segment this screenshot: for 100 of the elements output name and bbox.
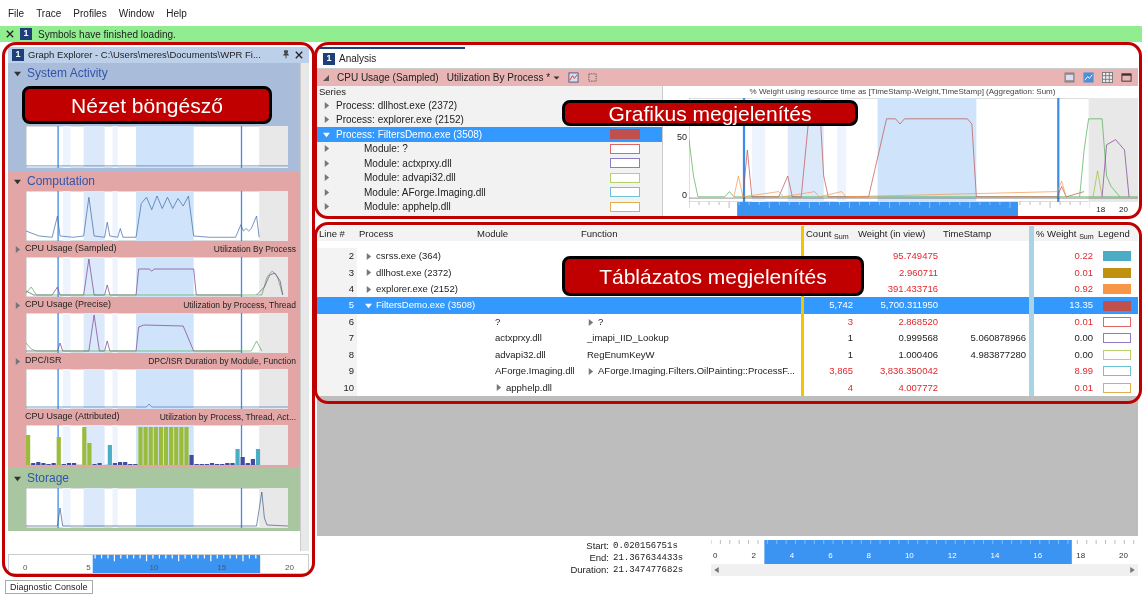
axis-label: 18 bbox=[1096, 204, 1106, 216]
column-header[interactable]: Count $_{Sum}$ bbox=[804, 226, 856, 241]
line-number: 5 bbox=[347, 298, 355, 313]
tick-label: 16 bbox=[1033, 550, 1043, 562]
preset-dropdown[interactable]: Utilization By Process * bbox=[446, 70, 561, 85]
series-label[interactable]: Process: explorer.exe (2152) bbox=[336, 112, 464, 128]
group-heading[interactable]: Storage bbox=[27, 469, 70, 487]
graph-subtitle: Utilization by Process, Thread, Act... bbox=[159, 410, 296, 424]
column-header[interactable]: Process bbox=[357, 226, 475, 241]
callout-label: Grafikus megjelenítés bbox=[562, 100, 858, 126]
table-cell-text: RegEnumKeyW bbox=[587, 347, 655, 362]
axis-label: 50 bbox=[677, 132, 687, 142]
tick-label: 4 bbox=[789, 550, 795, 562]
timeline-ruler[interactable]: 0 5 10 15 20 bbox=[8, 554, 309, 574]
time-marker-line bbox=[240, 313, 243, 353]
callout-label: Táblázatos megjelenítés bbox=[562, 256, 864, 296]
chart-title: % Weight using resource time as [TimeStamp-Weight,TimeStamp] (Aggregation: Sum) bbox=[749, 86, 1056, 98]
table-cell: dllhost.exe (2372) bbox=[376, 265, 452, 280]
tick-label: 15 bbox=[217, 563, 227, 573]
series-label[interactable]: Module: advapi32.dll bbox=[364, 170, 456, 186]
tick-label: 10 bbox=[149, 563, 159, 573]
series-label[interactable]: Module: AForge.Imaging.dll bbox=[364, 184, 486, 200]
line-number: 9 bbox=[317, 363, 357, 380]
table-icon bbox=[1102, 72, 1113, 83]
table-cell: 13.35 bbox=[1069, 298, 1093, 313]
table-cell: 5.060878966 bbox=[970, 331, 1026, 346]
close-icon[interactable] bbox=[6, 30, 14, 38]
series-label[interactable]: Module: actxprxy.dll bbox=[364, 155, 452, 171]
table-cell-text: 4.983877280 bbox=[970, 347, 1026, 362]
time-marker-line bbox=[57, 369, 59, 409]
table-cell-text: 2.868520 bbox=[898, 314, 938, 329]
scrollbar[interactable] bbox=[300, 63, 309, 551]
series-label[interactable]: Process: dllhost.exe (2372) bbox=[336, 97, 458, 113]
menu-item[interactable]: Help bbox=[166, 5, 187, 21]
graph-title[interactable]: CPU Usage (Precise) bbox=[25, 298, 112, 312]
tick-label: 8 bbox=[866, 550, 871, 562]
table-cell-text: 0.92 bbox=[1074, 282, 1093, 296]
group-heading[interactable]: Computation bbox=[27, 172, 96, 190]
number-badge: 1 bbox=[20, 28, 32, 40]
line-number: 2 bbox=[317, 248, 357, 265]
highlight-band bbox=[136, 191, 194, 241]
tick-label: 5 bbox=[86, 563, 91, 573]
shaded-region bbox=[259, 425, 288, 465]
highlight-band bbox=[62, 257, 71, 297]
shaded-region bbox=[259, 126, 288, 168]
field-value: 21.347477682s bbox=[613, 564, 685, 576]
field-label: End: bbox=[589, 552, 609, 564]
table-cell: 0.01 bbox=[1074, 265, 1093, 280]
field-label: Start: bbox=[586, 540, 609, 552]
column-header[interactable]: Module bbox=[475, 226, 579, 241]
table-cell: csrss.exe (364) bbox=[376, 249, 441, 264]
table-cell: 5,700.311950 bbox=[880, 298, 938, 313]
column-header[interactable]: Legend bbox=[1096, 226, 1138, 241]
graph-view-icon bbox=[1064, 72, 1075, 83]
graph-name: CPU Usage (Sampled) bbox=[337, 71, 439, 85]
panel-title: Graph Explorer - C:\Users\meres\Documents\WPR Fi... bbox=[28, 47, 262, 62]
series-label[interactable]: Module: apphelp.dll bbox=[364, 199, 451, 215]
collapse-triangle-icon bbox=[323, 74, 329, 81]
time-marker-line bbox=[240, 126, 243, 168]
column-header[interactable]: Weight (in view) bbox=[856, 226, 941, 241]
column-header[interactable]: % Weight $_{Sum}$ bbox=[1034, 226, 1096, 241]
column-header: Series bbox=[318, 86, 347, 98]
menu-item[interactable]: Trace bbox=[36, 5, 62, 21]
table-cell: 4 bbox=[847, 380, 853, 395]
highlight-band bbox=[62, 488, 71, 528]
diagnostic-console-tab[interactable]: Diagnostic Console bbox=[5, 580, 93, 594]
horizontal-scrollbar[interactable] bbox=[711, 564, 1138, 576]
table-cell: _imapi_IID_Lookup bbox=[587, 331, 669, 346]
highlight-band bbox=[136, 488, 194, 528]
line-chart-icon bbox=[1083, 72, 1094, 83]
table-cell-text: ? bbox=[598, 314, 604, 329]
tick-label: 14 bbox=[990, 550, 1000, 562]
highlight-band bbox=[112, 313, 118, 353]
tick-label: 2 bbox=[751, 550, 756, 562]
group-heading[interactable]: System Activity bbox=[27, 64, 108, 82]
menu-item[interactable]: Profiles bbox=[73, 5, 107, 21]
axis-label: 20 bbox=[1119, 204, 1128, 216]
graph-icon bbox=[568, 72, 580, 83]
table-cell-text: 0.00 bbox=[1074, 347, 1093, 362]
highlight-band bbox=[136, 126, 194, 168]
callout-label: Nézet böngésző bbox=[22, 86, 272, 124]
shaded-region bbox=[259, 257, 288, 297]
column-header[interactable]: Line # bbox=[317, 226, 357, 241]
menu-item[interactable]: Window bbox=[118, 5, 155, 21]
table-cell: 2.960711 bbox=[899, 265, 938, 280]
graph-title[interactable]: DPC/ISR bbox=[25, 354, 62, 368]
column-header[interactable]: TimeStamp bbox=[941, 226, 1029, 241]
time-marker-line bbox=[57, 313, 59, 353]
menu-item[interactable]: File bbox=[8, 5, 25, 21]
close-icon[interactable] bbox=[295, 51, 303, 59]
table-cell: 0.999568 bbox=[898, 331, 938, 346]
analysis-tab[interactable]: 1 Analysis bbox=[317, 47, 465, 68]
time-marker-line bbox=[57, 257, 59, 297]
table-cell: FiltersDemo.exe (3508) bbox=[376, 298, 476, 313]
highlight-band bbox=[62, 191, 71, 241]
column-header[interactable]: Function bbox=[579, 226, 801, 241]
graph-title[interactable]: CPU Usage (Attributed) bbox=[25, 410, 120, 424]
time-marker-line bbox=[240, 257, 243, 297]
graph-title[interactable]: CPU Usage (Sampled) bbox=[25, 242, 117, 256]
series-label[interactable]: Module: ? bbox=[364, 141, 408, 157]
